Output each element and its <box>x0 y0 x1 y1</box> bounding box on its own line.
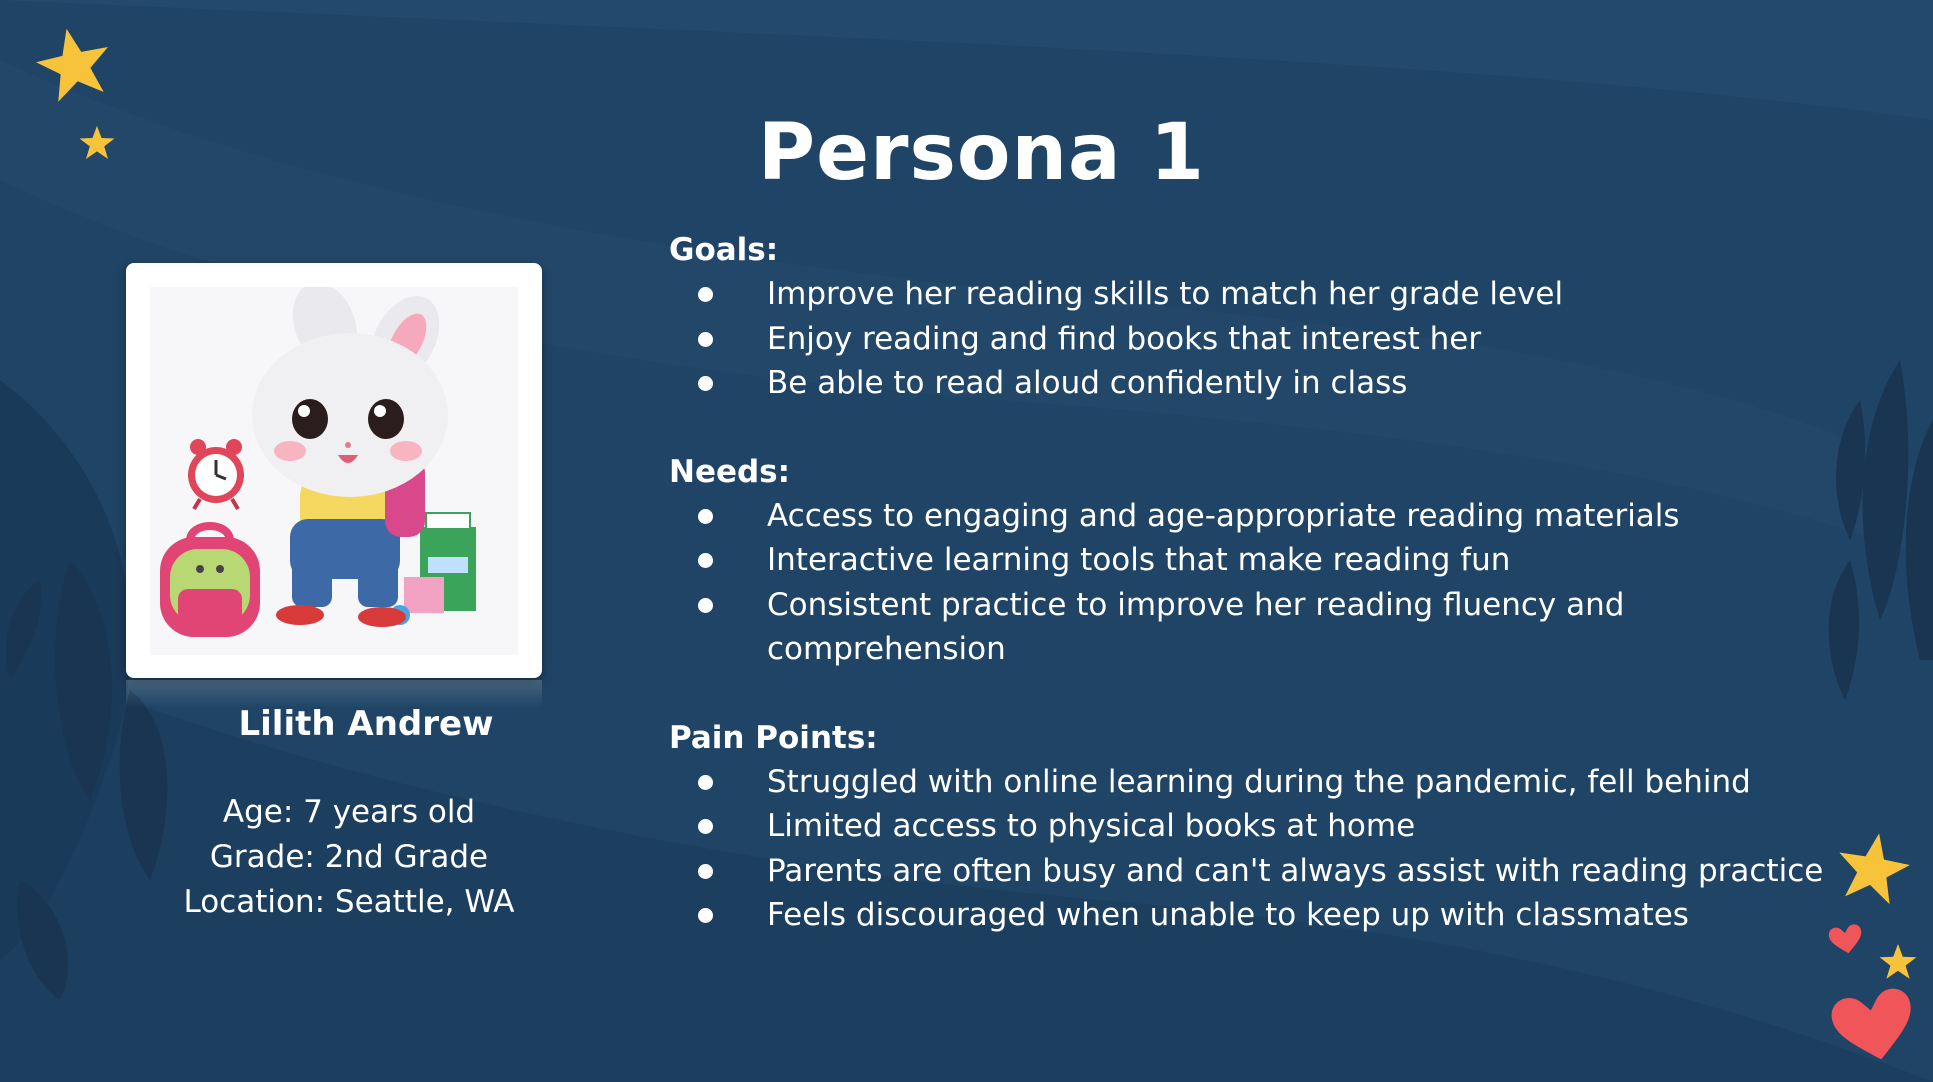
persona-grade: Grade: 2nd Grade <box>209 839 489 875</box>
list-item: Access to engaging and age-appropriate r… <box>669 494 1869 539</box>
list-item: Struggled with online learning during th… <box>669 760 1869 805</box>
slide-title: Persona 1 <box>757 108 1206 198</box>
persona-name: Lilith Andrew <box>238 704 494 744</box>
bullet-icon <box>698 376 713 391</box>
bullet-icon <box>698 819 713 834</box>
persona-location: Location: Seattle, WA <box>183 884 515 920</box>
bullet-icon <box>698 287 713 302</box>
list-item: Limited access to physical books at home <box>669 804 1869 849</box>
list-item-text: Access to engaging and age-appropriate r… <box>767 497 1680 534</box>
list-item: Enjoy reading and find books that intere… <box>669 317 1869 362</box>
persona-content: Goals: Improve her reading skills to mat… <box>669 228 1869 938</box>
list-item-text: Parents are often busy and can't always … <box>767 852 1824 889</box>
bunny-student-illustration <box>150 287 518 655</box>
list-item-text: Improve her reading skills to match her … <box>767 276 1564 312</box>
star-icon <box>36 28 108 102</box>
list-item-text: Be able to read aloud confidently in cla… <box>767 365 1408 401</box>
goals-heading: Goals: <box>669 232 779 268</box>
heart-icon <box>1831 988 1911 1060</box>
list-item: Interactive learning tools that make rea… <box>669 538 1869 583</box>
list-item-text: Consistent practice to improve her readi… <box>767 586 1625 668</box>
list-item-text: Enjoy reading and find books that intere… <box>767 320 1482 357</box>
pain-points-list: Struggled with online learning during th… <box>669 760 1869 938</box>
list-item: Improve her reading skills to match her … <box>669 272 1869 317</box>
bullet-icon <box>698 597 713 613</box>
list-item-text: Feels discouraged when unable to keep up… <box>767 897 1689 933</box>
pain-points-heading: Pain Points: <box>669 719 878 756</box>
list-item: Be able to read aloud confidently in cla… <box>669 361 1869 406</box>
persona-details: Age: 7 years old Grade: 2nd Grade Locati… <box>126 790 572 925</box>
bullet-icon <box>698 774 713 790</box>
bullet-icon <box>698 508 713 524</box>
list-item-text: Interactive learning tools that make rea… <box>767 542 1511 578</box>
bullet-icon <box>698 553 713 568</box>
persona-age: Age: 7 years old <box>222 794 476 830</box>
bullet-icon <box>698 908 713 923</box>
goals-list: Improve her reading skills to match her … <box>669 272 1869 406</box>
list-item: Consistent practice to improve her readi… <box>669 583 1867 672</box>
list-item-text: Limited access to physical books at home <box>767 808 1416 844</box>
bullet-icon <box>698 863 713 879</box>
list-item-text: Struggled with online learning during th… <box>767 763 1751 800</box>
star-icon <box>1879 944 1917 979</box>
needs-heading: Needs: <box>669 453 791 490</box>
needs-list: Access to engaging and age-appropriate r… <box>669 494 1869 672</box>
persona-photo-card <box>126 263 542 678</box>
bullet-icon <box>698 331 713 347</box>
list-item: Parents are often busy and can't always … <box>669 849 1867 894</box>
list-item: Feels discouraged when unable to keep up… <box>669 893 1869 938</box>
